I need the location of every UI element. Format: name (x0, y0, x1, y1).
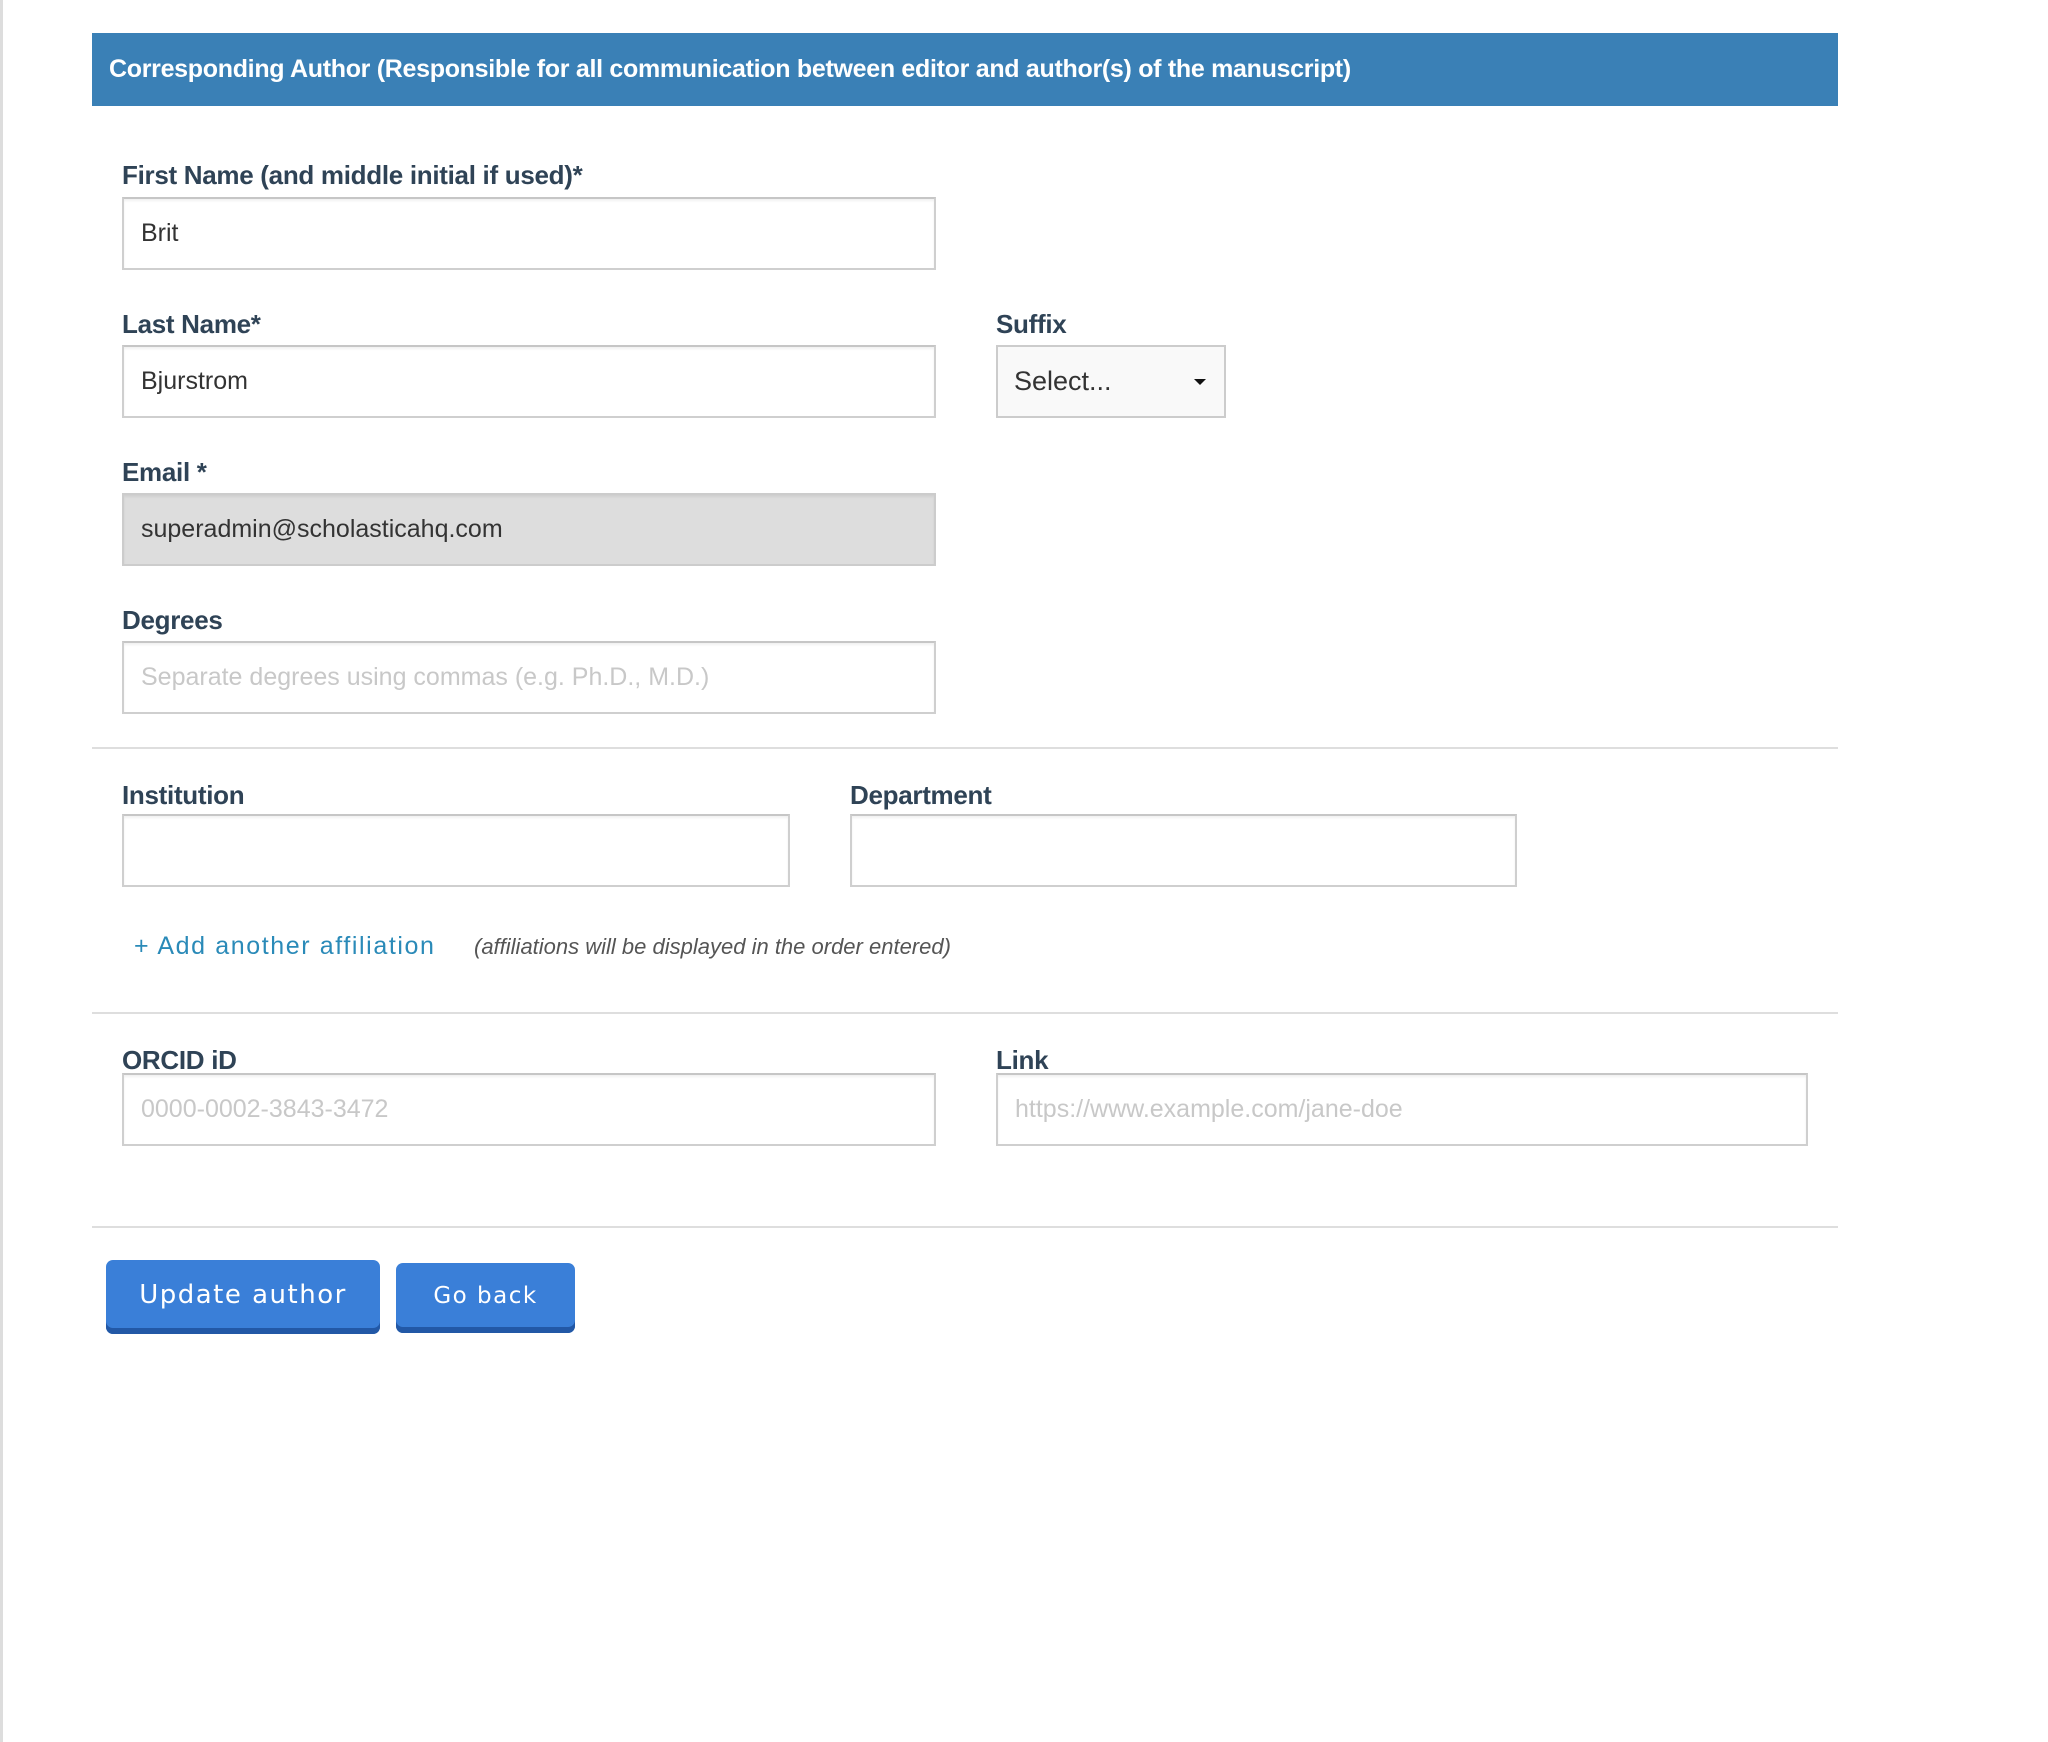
department-label: Department (850, 780, 992, 810)
last-name-label: Last Name* (122, 309, 261, 339)
suffix-selected-value: Select... (1014, 366, 1112, 396)
section-header: Corresponding Author (Responsible for al… (92, 33, 1838, 106)
orcid-placeholder: 0000-0002-3843-3472 (141, 1095, 389, 1123)
divider (92, 747, 1838, 749)
chevron-down-icon (1194, 378, 1206, 385)
suffix-label: Suffix (996, 309, 1067, 339)
email-label: Email * (122, 457, 207, 487)
degrees-label: Degrees (122, 605, 223, 635)
section-title: Corresponding Author (Responsible for al… (109, 55, 1351, 83)
add-affiliation-link[interactable]: + Add another affiliation (134, 932, 436, 961)
email-input: superadmin@scholasticahq.com (122, 493, 936, 566)
left-border (0, 0, 3, 1742)
divider (92, 1226, 1838, 1228)
email-value: superadmin@scholasticahq.com (141, 515, 503, 543)
first-name-label: First Name (and middle initial if used)* (122, 160, 583, 190)
degrees-input[interactable]: Separate degrees using commas (e.g. Ph.D… (122, 641, 936, 714)
last-name-value: Bjurstrom (141, 367, 248, 395)
link-label: Link (996, 1045, 1049, 1075)
orcid-label: ORCID iD (122, 1045, 237, 1075)
first-name-value: Brit (141, 219, 179, 247)
first-name-input[interactable]: Brit (122, 197, 936, 270)
last-name-input[interactable]: Bjurstrom (122, 345, 936, 418)
affiliation-hint: (affiliations will be displayed in the o… (474, 934, 951, 959)
department-input[interactable] (850, 814, 1517, 887)
go-back-button[interactable]: Go back (396, 1263, 575, 1333)
institution-input[interactable] (122, 814, 790, 887)
link-placeholder: https://www.example.com/jane-doe (1015, 1095, 1403, 1123)
orcid-input[interactable]: 0000-0002-3843-3472 (122, 1073, 936, 1146)
update-author-button[interactable]: Update author (106, 1260, 380, 1334)
degrees-placeholder: Separate degrees using commas (e.g. Ph.D… (141, 663, 710, 691)
institution-label: Institution (122, 780, 245, 810)
suffix-select[interactable]: Select... (996, 345, 1226, 418)
divider (92, 1012, 1838, 1014)
link-input[interactable]: https://www.example.com/jane-doe (996, 1073, 1808, 1146)
